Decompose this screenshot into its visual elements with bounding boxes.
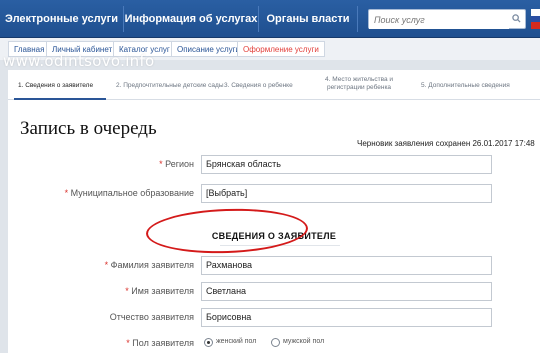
name-label-text: Имя заявителя [131,286,194,296]
required-mark: * [159,159,163,169]
gender-male-label[interactable]: мужской пол [283,338,324,345]
top-navigation: Электронные услуги Информация об услугах… [0,0,540,38]
step-child[interactable]: 3. Сведения о ребенке [224,82,293,90]
section-title: СВЕДЕНИЯ О ЗАЯВИТЕЛЕ [211,231,337,241]
search-box [368,9,526,29]
region-label-text: Регион [165,159,194,169]
gender-male-radio[interactable] [271,338,280,347]
russia-flag-icon [531,9,540,29]
nav-services-info[interactable]: Информация об услугах [124,0,258,38]
required-mark: * [104,260,109,270]
search-input[interactable] [369,11,509,29]
wizard-steps: 1. Сведения о заявителе 2. Предпочтитель… [8,70,540,100]
draft-status: Черновик заявления сохранен 26.01.2017 1… [357,139,535,148]
municipality-label-text: Муниципальное образование [70,188,194,198]
gender-label: * Пол заявителя [68,338,194,348]
surname-label-text: Фамилия заявителя [110,260,194,270]
section-divider [220,245,340,246]
nav-divider [357,6,358,32]
nav-authorities[interactable]: Органы власти [259,0,357,38]
breadcrumb-description[interactable]: Описание услуги [171,41,246,57]
municipality-label: * Муниципальное образование [48,188,194,198]
region-field[interactable]: Брянская область [201,155,492,174]
region-label: * Регион [88,159,194,169]
step-kindergartens[interactable]: 2. Предпочтительные детские сады [116,82,224,90]
patronymic-label-text: Отчество заявителя [109,312,194,322]
search-icon[interactable] [512,14,521,23]
breadcrumb-current: Оформление услуги [237,41,325,57]
page-title: Запись в очередь [20,118,157,139]
patronymic-field[interactable]: Борисовна [201,308,492,327]
step-residence[interactable]: 4. Место жительства и регистрации ребенк… [318,76,400,92]
nav-electronic-services[interactable]: Электронные услуги [0,0,123,38]
surname-label: * Фамилия заявителя [68,260,194,270]
watermark: www.odintsovo.info [3,52,155,70]
surname-field[interactable]: Рахманова [201,256,492,275]
required-mark: * [64,188,69,198]
gender-female-radio[interactable] [204,338,213,347]
required-mark: * [126,338,130,348]
municipality-select[interactable]: [Выбрать] [201,184,492,203]
gender-label-text: Пол заявителя [132,338,194,348]
patronymic-label: Отчество заявителя [68,312,194,322]
gender-female-label[interactable]: женский пол [216,338,256,345]
required-mark: * [125,286,129,296]
service-form-panel: 1. Сведения о заявителе 2. Предпочтитель… [8,70,540,353]
step-additional[interactable]: 5. Дополнительные сведения [421,82,510,90]
name-label: * Имя заявителя [68,286,194,296]
step-applicant[interactable]: 1. Сведения о заявителе [18,82,93,90]
active-step-indicator [14,98,106,100]
name-field[interactable]: Светлана [201,282,492,301]
